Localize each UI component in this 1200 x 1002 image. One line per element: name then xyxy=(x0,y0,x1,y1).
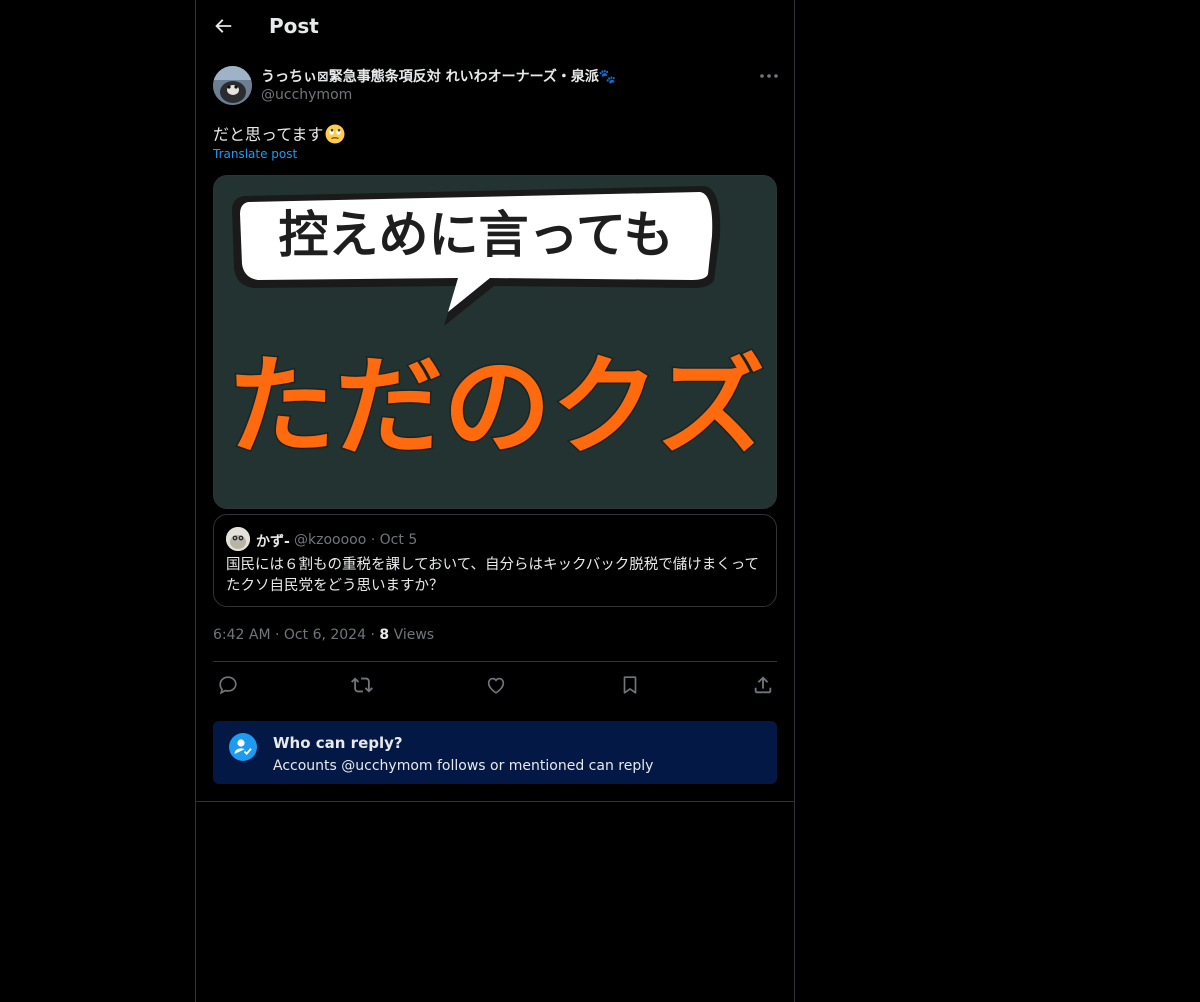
image-main-text: ただのクズ xyxy=(227,345,765,470)
quoted-handle: @kzooooo xyxy=(294,532,367,548)
who-can-reply-notice: Who can reply? Accounts @ucchymom follow… xyxy=(213,721,777,784)
meta-separator: · xyxy=(275,627,280,643)
post-text: だと思ってます xyxy=(213,121,345,148)
divider xyxy=(213,661,777,662)
quoted-display-name: かず- xyxy=(256,534,290,550)
page-header: Post xyxy=(196,0,794,53)
post-column: Post うっちぃ⊠緊急事態条項反対 れいわオーナーズ・泉派🐾 @ucchymo… xyxy=(195,0,795,1002)
views-label: Views xyxy=(393,627,435,643)
user-handle[interactable]: @ucchymom xyxy=(261,87,352,103)
user-check-icon xyxy=(229,733,257,761)
post-date[interactable]: Oct 6, 2024 xyxy=(284,627,366,643)
reply-icon[interactable] xyxy=(217,674,239,696)
share-icon[interactable] xyxy=(752,674,774,696)
post-time[interactable]: 6:42 AM xyxy=(213,627,271,643)
rolling-eyes-emoji-icon xyxy=(325,124,345,148)
views-count: 8 xyxy=(379,627,390,643)
quoted-meta: @kzooooo · Oct 5 xyxy=(294,532,417,548)
back-arrow-icon[interactable] xyxy=(212,15,234,37)
meta-separator: · xyxy=(370,627,375,643)
page-title: Post xyxy=(269,14,319,38)
more-options-icon[interactable] xyxy=(757,66,781,86)
quoted-separator: · xyxy=(370,532,376,548)
post-image[interactable]: 控えめに言っても ただのクズ xyxy=(213,175,777,509)
quoted-date: Oct 5 xyxy=(379,532,418,548)
quoted-text: 国民には６割もの重税を課しておいて、自分らはキックバック脱税で儲けまくってたクソ… xyxy=(226,557,760,594)
quoted-post[interactable]: かず- @kzooooo · Oct 5 国民には６割もの重税を課しておいて、自… xyxy=(213,514,777,607)
translate-post-link[interactable]: Translate post xyxy=(213,147,297,161)
display-name[interactable]: うっちぃ⊠緊急事態条項反対 れいわオーナーズ・泉派🐾 xyxy=(261,66,616,86)
like-icon[interactable] xyxy=(485,674,507,696)
divider xyxy=(196,801,794,802)
avatar[interactable] xyxy=(213,66,252,105)
quoted-avatar xyxy=(226,527,250,551)
post-metadata: 6:42 AM · Oct 6, 2024 · 8 Views xyxy=(213,627,434,643)
who-can-reply-subtitle: Accounts @ucchymom follows or mentioned … xyxy=(273,758,654,774)
bookmark-icon[interactable] xyxy=(619,674,641,696)
repost-icon[interactable] xyxy=(351,674,373,696)
who-can-reply-title: Who can reply? xyxy=(273,734,403,752)
post-text-body: だと思ってます xyxy=(213,125,324,144)
image-bubble-text: 控えめに言っても xyxy=(279,206,674,264)
